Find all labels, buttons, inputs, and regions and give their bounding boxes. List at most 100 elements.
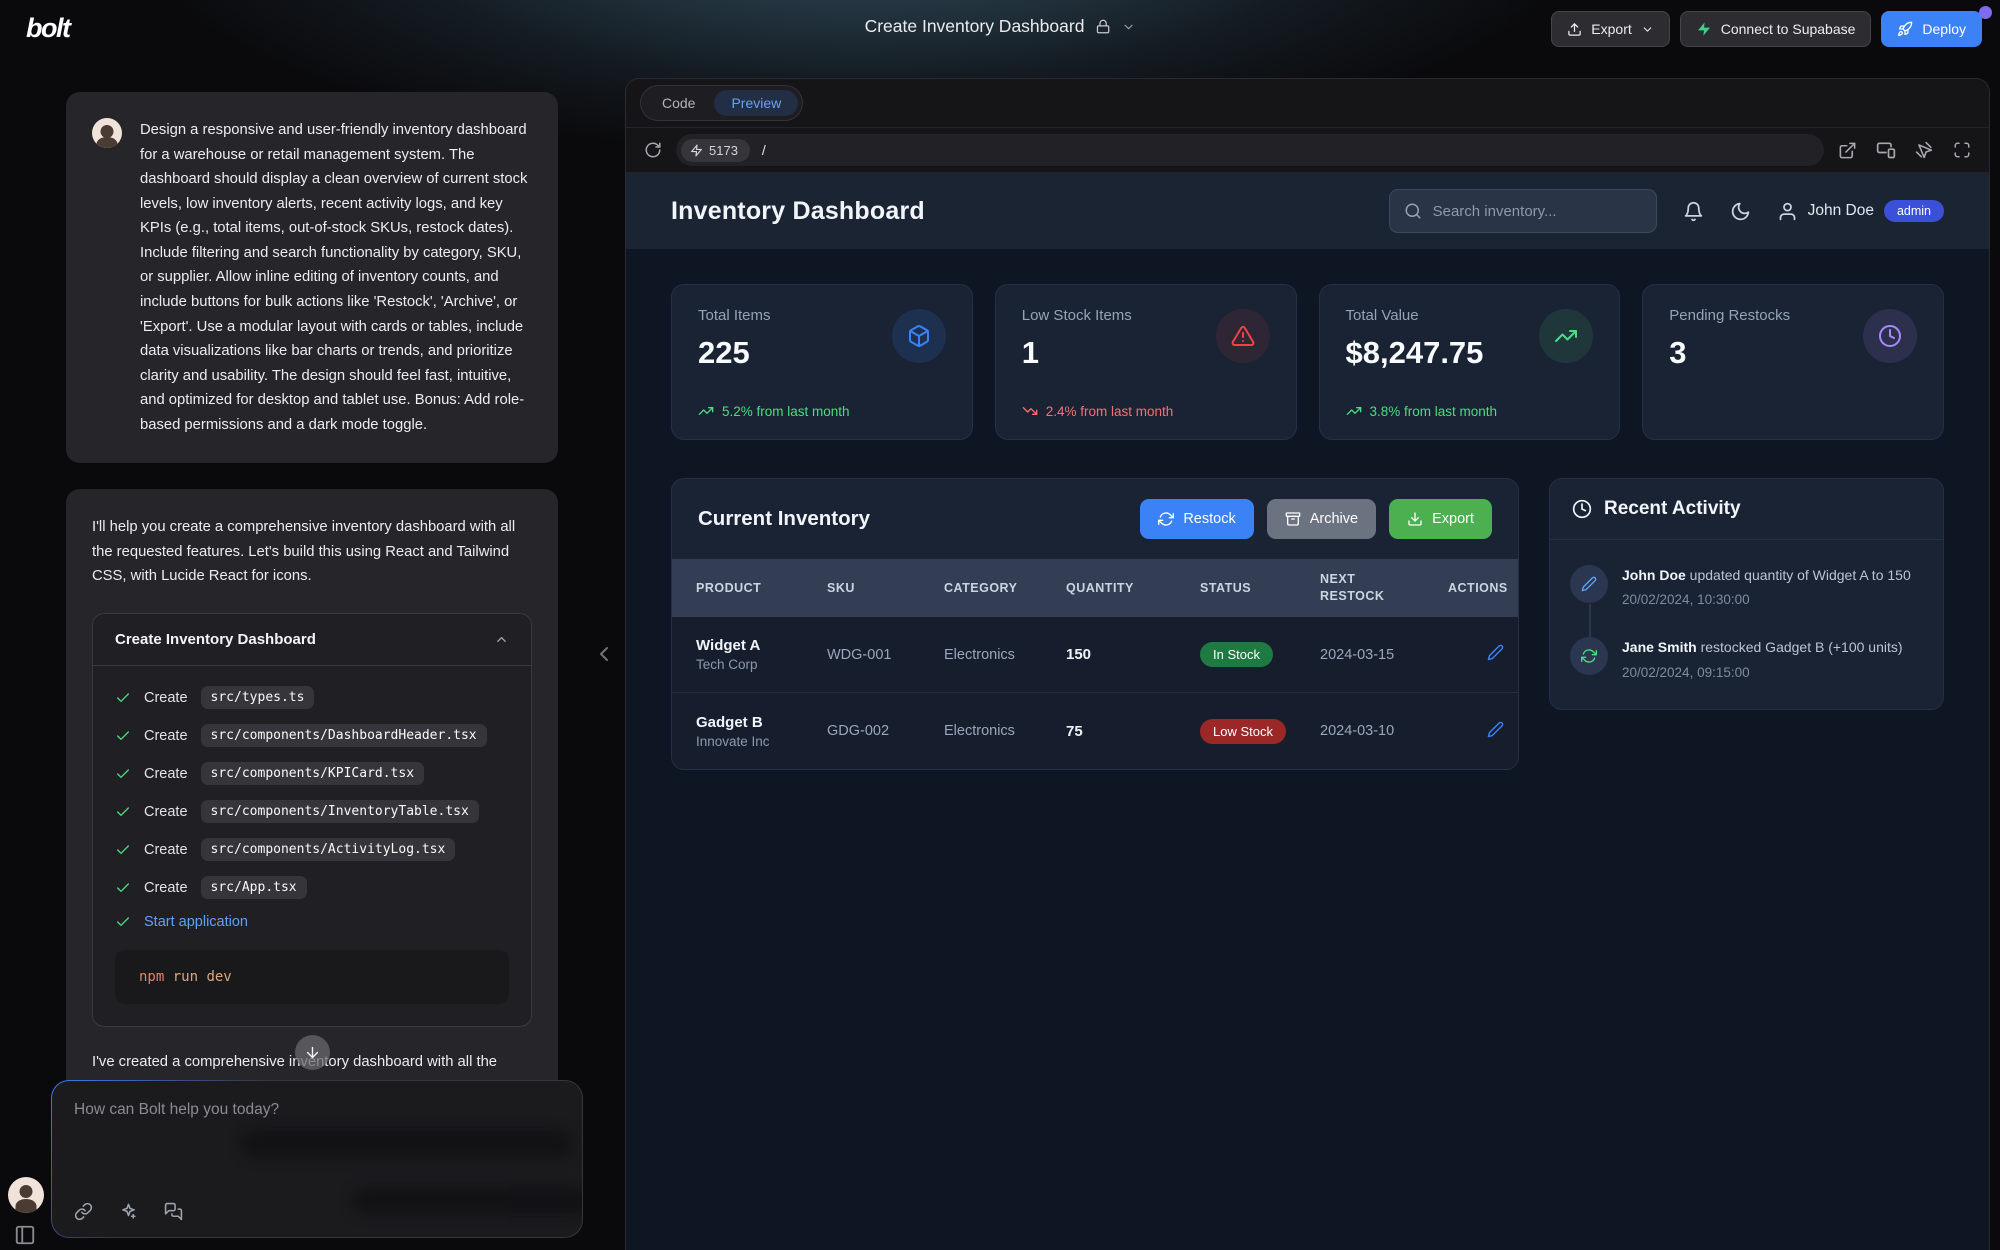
section-title: Current Inventory	[698, 507, 870, 531]
clock-icon	[1572, 499, 1592, 519]
artifact-step: Create src/components/InventoryTable.tsx	[115, 800, 509, 823]
step-action: Create	[144, 804, 188, 820]
activity-user: John Doe	[1622, 567, 1686, 583]
current-inventory-card: Current Inventory Restock Archive	[671, 478, 1519, 770]
notification-dot	[1979, 6, 1992, 19]
rocket-deploy-icon	[1897, 21, 1913, 37]
url-bar[interactable]: 5173 /	[676, 134, 1824, 166]
category-cell: Electronics	[944, 647, 1066, 663]
check-icon	[115, 728, 131, 744]
kpi-delta: 2.4% from last month	[1022, 403, 1174, 419]
supplier-name: Tech Corp	[696, 657, 827, 672]
product-name: Widget A	[696, 637, 827, 654]
activity-time: 20/02/2024, 10:30:00	[1622, 592, 1911, 607]
step-action: Create	[144, 842, 188, 858]
edit-pencil-icon[interactable]	[1487, 644, 1504, 661]
port-plug-icon	[690, 144, 703, 157]
check-icon	[115, 880, 131, 896]
port-number: 5173	[709, 143, 738, 158]
bolt-logo[interactable]: bolt	[26, 13, 69, 44]
activity-action: updated quantity of Widget A to 150	[1690, 567, 1911, 583]
collapse-chat-button[interactable]	[592, 642, 616, 666]
step-file: src/components/ActivityLog.tsx	[201, 838, 456, 861]
check-icon	[115, 766, 131, 782]
col-next-restock: NEXT RESTOCK	[1320, 561, 1448, 615]
kpi-delta: 5.2% from last month	[698, 403, 850, 419]
link-icon[interactable]	[74, 1202, 93, 1221]
archive-button[interactable]: Archive	[1267, 499, 1376, 539]
alert-triangle-icon	[1216, 309, 1270, 363]
check-icon	[115, 690, 131, 706]
open-external-icon[interactable]	[1838, 141, 1857, 160]
col-quantity: QUANTITY	[1066, 570, 1200, 607]
devices-icon[interactable]	[1876, 140, 1896, 160]
tab-preview[interactable]: Preview	[714, 90, 798, 116]
sparkles-icon[interactable]	[119, 1202, 138, 1221]
section-title: Recent Activity	[1604, 498, 1741, 520]
step-action: Create	[144, 728, 188, 744]
user-menu[interactable]: John Doe admin	[1777, 200, 1944, 222]
col-status: STATUS	[1200, 570, 1320, 607]
trending-up-icon	[698, 403, 714, 419]
supabase-label: Connect to Supabase	[1721, 21, 1856, 37]
restock-button[interactable]: Restock	[1140, 499, 1253, 539]
scroll-to-bottom-button[interactable]	[295, 1035, 330, 1070]
activity-item: John Doe updated quantity of Widget A to…	[1570, 565, 1923, 607]
moon-icon[interactable]	[1730, 201, 1751, 222]
command-bin: npm	[139, 969, 164, 985]
clock-icon	[1863, 309, 1917, 363]
chevron-down-icon	[1641, 23, 1654, 36]
export-table-button[interactable]: Export	[1389, 499, 1492, 539]
url-path: /	[762, 142, 766, 158]
step-file: src/components/InventoryTable.tsx	[201, 800, 479, 823]
activity-time: 20/02/2024, 09:15:00	[1622, 665, 1903, 680]
artifact-step: Create src/App.tsx	[115, 876, 509, 899]
step-action: Create	[144, 690, 188, 706]
kpi-delta: 3.8% from last month	[1346, 403, 1498, 419]
artifact-step: Create src/components/ActivityLog.tsx	[115, 838, 509, 861]
col-actions: ACTIONS	[1448, 570, 1519, 607]
archive-icon	[1285, 511, 1301, 527]
check-icon	[115, 914, 131, 930]
activity-item: Jane Smith restocked Gadget B (+100 unit…	[1570, 637, 1923, 679]
quantity-cell[interactable]: 75	[1066, 723, 1200, 740]
deploy-button[interactable]: Deploy	[1881, 11, 1982, 47]
upload-export-icon	[1567, 22, 1582, 37]
fullscreen-icon[interactable]	[1953, 141, 1971, 159]
restock-date-cell: 2024-03-15	[1320, 647, 1448, 663]
bell-icon[interactable]	[1683, 201, 1704, 222]
user-message-text: Design a responsive and user-friendly in…	[140, 118, 532, 437]
start-application-link[interactable]: Start application	[144, 914, 248, 930]
artifact-header[interactable]: Create Inventory Dashboard	[93, 614, 531, 666]
account-avatar[interactable]	[8, 1177, 44, 1213]
assistant-message: I'll help you create a comprehensive inv…	[66, 489, 558, 1100]
tab-code[interactable]: Code	[645, 90, 712, 116]
command-codeblock: npm run dev	[115, 950, 509, 1004]
search-input[interactable]	[1433, 203, 1642, 220]
quantity-cell[interactable]: 150	[1066, 646, 1200, 663]
chat-input-container	[51, 1080, 583, 1238]
reload-icon[interactable]	[644, 141, 662, 159]
role-badge: admin	[1884, 200, 1944, 222]
kpi-card-pending-restocks: Pending Restocks 3	[1642, 284, 1944, 440]
panel-left-icon[interactable]	[14, 1224, 36, 1246]
artifact-title: Create Inventory Dashboard	[115, 631, 316, 648]
package-icon	[892, 309, 946, 363]
port-pill[interactable]: 5173	[681, 139, 750, 162]
edit-pencil-icon[interactable]	[1487, 721, 1504, 738]
inspector-cursor-icon[interactable]	[1915, 141, 1934, 160]
export-button[interactable]: Export	[1551, 11, 1669, 47]
connect-supabase-button[interactable]: Connect to Supabase	[1680, 11, 1872, 47]
col-category: CATEGORY	[944, 570, 1066, 607]
check-icon	[115, 804, 131, 820]
artifact-step: Create src/components/KPICard.tsx	[115, 762, 509, 785]
refresh-icon	[1158, 511, 1174, 527]
lock-icon	[1095, 19, 1110, 34]
status-badge: Low Stock	[1200, 719, 1286, 744]
project-title-menu[interactable]: Create Inventory Dashboard	[865, 16, 1136, 37]
kpi-card-low-stock: Low Stock Items 1 2.4% from last month	[995, 284, 1297, 440]
step-file: src/components/DashboardHeader.tsx	[201, 724, 487, 747]
search-icon	[1404, 202, 1422, 220]
chat-icon[interactable]	[164, 1202, 183, 1221]
step-file: src/components/KPICard.tsx	[201, 762, 425, 785]
